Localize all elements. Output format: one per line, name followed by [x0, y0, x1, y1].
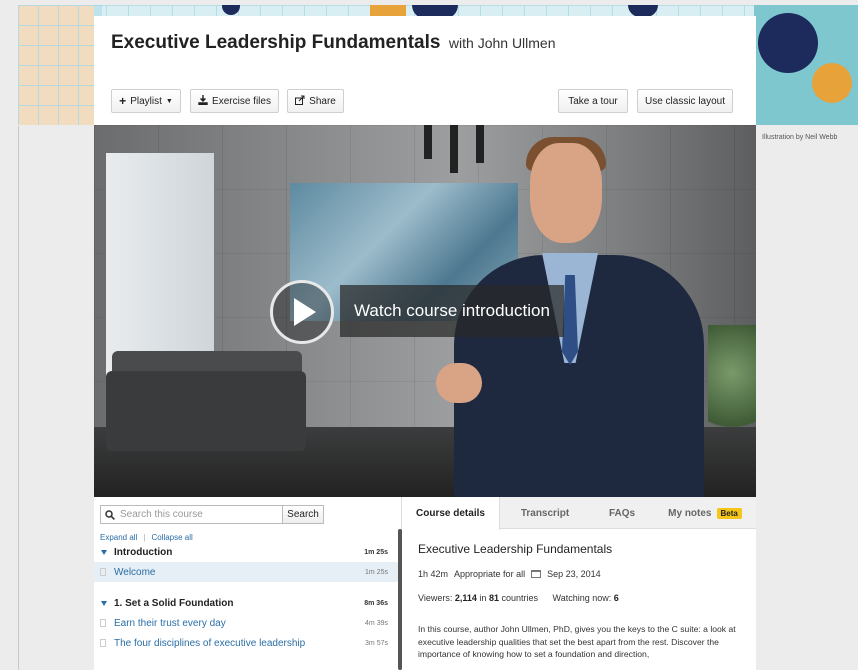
classic-layout-button[interactable]: Use classic layout	[637, 89, 733, 113]
play-icon	[294, 298, 316, 326]
tab-my-notes[interactable]: My notes Beta	[654, 497, 756, 529]
toc-section-duration: 8m 36s	[364, 599, 388, 607]
share-label: Share	[309, 95, 336, 107]
download-icon	[198, 94, 208, 108]
share-icon	[295, 95, 305, 108]
toc-section-title: Introduction	[114, 546, 173, 558]
toc-section-title: 1. Set a Solid Foundation	[114, 597, 234, 609]
banner-right-panel	[754, 5, 858, 125]
search-button[interactable]: Search	[283, 505, 324, 524]
details-meta: 1h 42m Appropriate for all Sep 23, 2014	[418, 569, 601, 579]
viewers-count: 2,114	[454, 593, 477, 603]
exercise-files-label: Exercise files	[212, 95, 271, 107]
course-header: Executive Leadership Fundamentals with J…	[94, 16, 756, 125]
search-placeholder: Search this course	[120, 509, 203, 520]
caret-down-icon	[101, 549, 107, 555]
table-of-contents: Search this course Search Expand all | Col…	[94, 497, 402, 670]
toc-video-duration: 3m 57s	[365, 639, 388, 647]
course-duration: 1h 42m	[418, 569, 449, 579]
collapse-all-link[interactable]: Collapse all	[151, 533, 192, 542]
tab-course-details[interactable]: Course details	[402, 497, 500, 530]
watch-intro-label[interactable]: Watch course introduction	[340, 285, 564, 337]
video-player[interactable]: Watch course introduction	[94, 125, 756, 497]
toc-video-title: The four disciplines of executive leader…	[114, 637, 306, 649]
calendar-icon	[531, 570, 542, 578]
details-tabs: Course details Transcript FAQs My notes …	[402, 497, 756, 530]
playlist-button[interactable]: + Playlist ▼	[111, 89, 181, 113]
playlist-label: Playlist	[130, 95, 162, 107]
in-word: in	[479, 593, 487, 603]
course-description: In this course, author John Ullmen, PhD,…	[418, 624, 736, 659]
expand-all-link[interactable]: Expand all	[100, 533, 137, 542]
tab-faqs[interactable]: FAQs	[590, 497, 654, 529]
countries-word: countries	[501, 593, 539, 603]
course-author: with John Ullmen	[448, 35, 556, 51]
caret-down-icon	[101, 600, 107, 606]
page-left-rule	[18, 126, 19, 670]
link-separator: |	[143, 533, 146, 542]
plus-icon: +	[119, 94, 127, 108]
illustration-credit: Illustration by Neil Webb	[762, 134, 838, 141]
search-icon	[105, 509, 115, 520]
watching-count: 6	[613, 593, 619, 603]
viewer-stats: Viewers: 2,114 in 81 countries Watching …	[418, 593, 619, 603]
viewers-label: Viewers:	[418, 593, 453, 603]
caret-down-icon: ▼	[165, 97, 173, 105]
watching-label: Watching now:	[552, 593, 612, 603]
course-level: Appropriate for all	[454, 569, 526, 579]
search-input[interactable]: Search this course	[100, 505, 283, 524]
course-bottom-panel: Search this course Search Expand all | Col…	[94, 497, 756, 670]
tab-my-notes-label: My notes	[668, 507, 712, 519]
toc-section-duration: 1m 25s	[364, 548, 388, 556]
release-date: Sep 23, 2014	[547, 569, 601, 579]
course-search: Search this course Search	[100, 505, 324, 524]
course-details-panel: Course details Transcript FAQs My notes …	[402, 497, 756, 670]
toc-video-item[interactable]: Welcome 1m 25s	[94, 562, 398, 582]
share-button[interactable]: Share	[287, 89, 344, 113]
take-tour-button[interactable]: Take a tour	[558, 89, 628, 113]
expand-collapse-links: Expand all | Collapse all	[100, 533, 193, 542]
toc-video-title: Welcome	[114, 566, 156, 578]
toc-video-duration: 1m 25s	[365, 568, 388, 576]
video-scene-sofa	[106, 371, 306, 451]
toc-video-duration: 4m 39s	[365, 619, 388, 627]
bookmark-icon	[100, 639, 106, 647]
course-card: Executive Leadership Fundamentals with J…	[94, 16, 756, 670]
exercise-files-button[interactable]: Exercise files	[190, 89, 279, 113]
bookmark-icon	[100, 568, 106, 576]
play-button[interactable]	[270, 280, 334, 344]
course-title-block: Executive Leadership Fundamentals with J…	[111, 32, 556, 54]
course-title: Executive Leadership Fundamentals	[111, 32, 441, 53]
toc-video-item[interactable]: The four disciplines of executive leader…	[94, 633, 398, 653]
toc-section[interactable]: Introduction 1m 25s	[94, 542, 398, 562]
video-scene-window	[106, 153, 214, 383]
beta-badge: Beta	[716, 507, 742, 519]
banner-left-panel	[18, 5, 94, 125]
countries-count: 81	[488, 593, 499, 603]
toc-video-item[interactable]: Earn their trust every day 4m 39s	[94, 613, 398, 633]
toc-section[interactable]: 1. Set a Solid Foundation 8m 36s	[94, 593, 398, 613]
bookmark-icon	[100, 619, 106, 627]
toc-video-title: Earn their trust every day	[114, 617, 226, 629]
details-course-title: Executive Leadership Fundamentals	[418, 542, 613, 556]
tab-transcript[interactable]: Transcript	[500, 497, 590, 529]
